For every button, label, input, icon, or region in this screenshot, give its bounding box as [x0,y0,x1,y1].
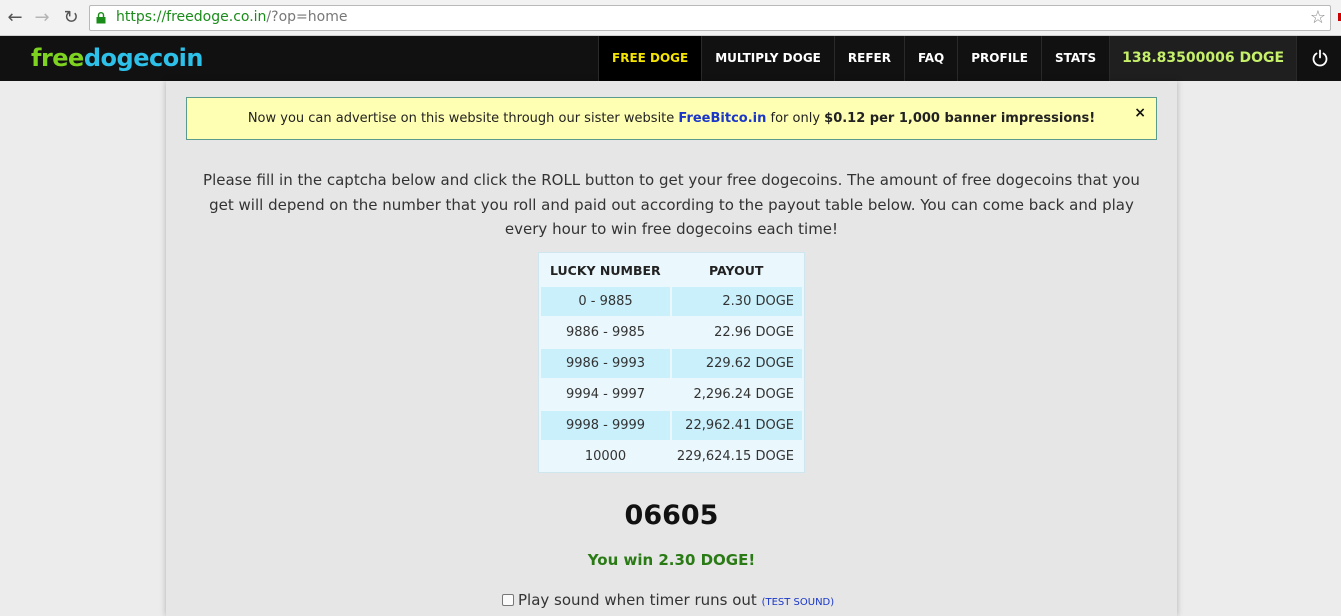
nav-refer[interactable]: REFER [833,36,904,81]
nav-faq[interactable]: FAQ [903,36,957,81]
freebitco-link[interactable]: FreeBitco.in [678,111,766,126]
table-row: 9998 - 9999 22,962.41 DOGE [541,410,802,441]
forward-arrow-icon[interactable]: → [31,7,53,29]
win-message: You win 2.30 DOGE! [587,551,756,569]
table-row: 0 - 9885 2.30 DOGE [541,286,802,317]
back-arrow-icon[interactable]: ← [4,7,26,29]
main-content-panel: Now you can advertise on this website th… [166,81,1177,616]
lucky-number-cell: 9986 - 9993 [541,349,670,378]
table-row: 9886 - 9985 22.96 DOGE [541,317,802,348]
payout-table-header: LUCKY NUMBER PAYOUT [541,256,802,286]
logo-dogecoin: dogecoin [83,44,204,72]
lucky-number-cell: 10000 [584,449,627,464]
notice-price: $0.12 per 1,000 banner impressions! [824,111,1096,126]
browser-toolbar: ← → ↻ https://freedoge.co.in/?op=home ☆ [0,0,1341,36]
payout-cell: 2.30 DOGE [672,287,802,316]
payout-cell: 229,624.15 DOGE [676,449,794,464]
notice-text-before: Now you can advertise on this website th… [247,111,679,126]
nav-multiply-doge[interactable]: MULTIPLY DOGE [701,36,834,81]
advertise-notice: Now you can advertise on this website th… [186,97,1157,140]
site-logo[interactable]: freedogecoin [31,44,204,72]
table-row: 10000 229,624.15 DOGE [541,441,802,472]
header-payout: PAYOUT [709,263,764,278]
sound-option: Play sound when timer runs out (TEST SOU… [502,591,834,609]
nav-profile[interactable]: PROFILE [957,36,1041,81]
url-text: https://freedoge.co.in/?op=home [116,9,347,25]
power-icon[interactable] [1296,36,1341,81]
url-host: https://freedoge.co.in [116,9,267,25]
payout-table: LUCKY NUMBER PAYOUT 0 - 9885 2.30 DOGE 9… [538,252,805,473]
url-path: /?op=home [266,9,348,25]
lucky-number-cell: 0 - 9885 [541,287,670,316]
table-row: 9986 - 9993 229.62 DOGE [541,348,802,379]
lucky-number-cell: 9998 - 9999 [541,411,670,440]
site-header: freedogecoin FREE DOGE MULTIPLY DOGE REF… [0,36,1341,81]
power-icon-glyph [1312,49,1327,67]
main-nav: FREE DOGE MULTIPLY DOGE REFER FAQ PROFIL… [598,36,1341,81]
lucky-number-cell: 9994 - 9997 [565,387,646,402]
sound-label: Play sound when timer runs out [518,591,757,609]
test-sound-link[interactable]: (TEST SOUND) [762,597,835,608]
balance-display: 138.83500006 DOGE [1109,36,1297,81]
roll-result-number: 06605 [624,500,719,531]
payout-cell: 22,962.41 DOGE [672,411,802,440]
logo-free: free [31,44,84,72]
lock-icon [96,12,106,24]
sound-checkbox[interactable] [502,594,514,606]
header-lucky-number: LUCKY NUMBER [550,263,661,278]
payout-cell: 22.96 DOGE [714,325,794,340]
star-icon[interactable]: ☆ [1310,7,1326,28]
address-bar[interactable]: https://freedoge.co.in/?op=home ☆ [89,5,1331,31]
notice-text-middle: for only [766,111,825,126]
lucky-number-cell: 9886 - 9985 [565,325,646,340]
table-row: 9994 - 9997 2,296.24 DOGE [541,379,802,410]
nav-stats[interactable]: STATS [1041,36,1109,81]
close-icon[interactable]: × [1134,93,1146,134]
nav-free-doge[interactable]: FREE DOGE [598,36,702,81]
intro-text: Please fill in the captcha below and cli… [203,171,1140,238]
payout-cell: 229.62 DOGE [672,349,802,378]
payout-cell: 2,296.24 DOGE [693,387,794,402]
reload-icon[interactable]: ↻ [60,7,82,29]
